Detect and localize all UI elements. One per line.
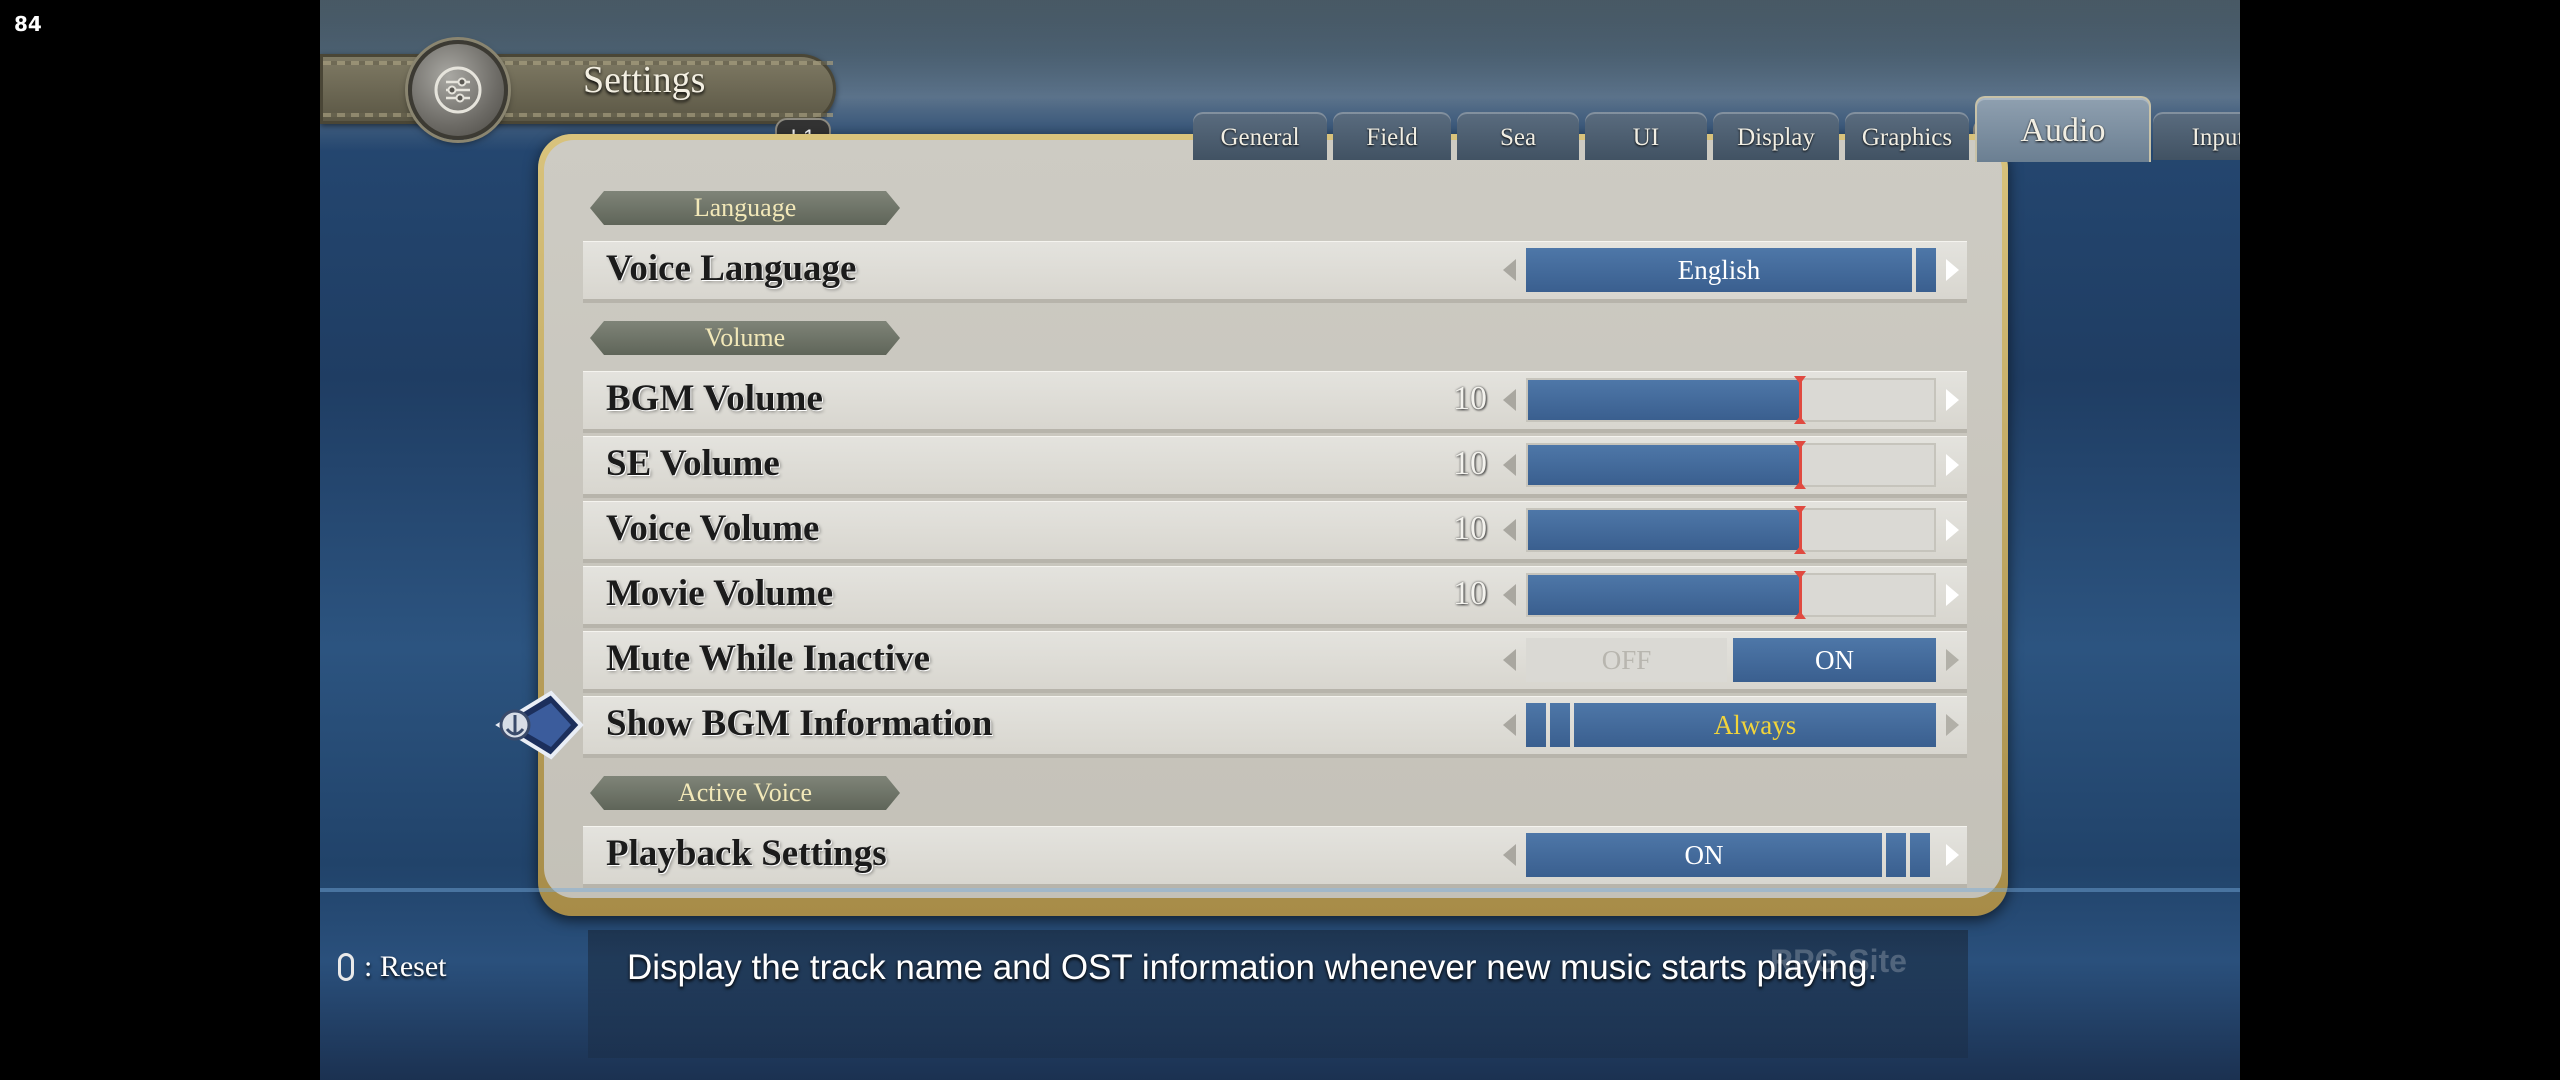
setting-label: Mute While Inactive — [606, 638, 931, 679]
setting-row-movie-volume[interactable]: Movie Volume 10 — [583, 566, 1967, 628]
arrow-left-icon[interactable] — [1503, 519, 1516, 541]
arrow-left-icon[interactable] — [1503, 454, 1516, 476]
header-banner — [320, 54, 836, 124]
setting-row-se-volume[interactable]: SE Volume 10 — [583, 436, 1967, 498]
slider-fill — [1528, 575, 1801, 615]
section-header-language: Language — [590, 191, 900, 225]
setting-row-show-bgm-information[interactable]: Show BGM Information Always — [583, 696, 1967, 758]
tab-ui[interactable]: UI — [1585, 112, 1707, 160]
rope-trim — [323, 61, 833, 65]
game-screen: Settings L1 R1 General Field Sea UI Disp… — [320, 0, 2240, 1080]
tab-graphics[interactable]: Graphics — [1845, 112, 1969, 160]
arrow-right-icon[interactable] — [1946, 454, 1959, 476]
setting-row-mute-while-inactive[interactable]: Mute While Inactive OFF ON — [583, 631, 1967, 693]
default-marker — [1794, 506, 1807, 554]
rope-trim — [323, 113, 833, 117]
section-header-active-voice: Active Voice — [590, 776, 900, 810]
slider-fill — [1528, 380, 1801, 420]
arrow-right-icon[interactable] — [1946, 649, 1959, 671]
arrow-left-icon[interactable] — [1503, 584, 1516, 606]
arrow-right-icon[interactable] — [1946, 519, 1959, 541]
option-page-indicator — [1886, 833, 1906, 877]
arrow-right-icon[interactable] — [1946, 389, 1959, 411]
volume-value: 10 — [1453, 510, 1487, 547]
slider-fill — [1528, 445, 1801, 485]
setting-row-bgm-volume[interactable]: BGM Volume 10 — [583, 371, 1967, 433]
setting-row-voice-volume[interactable]: Voice Volume 10 — [583, 501, 1967, 563]
option-page-indicator — [1526, 703, 1546, 747]
reset-label: : Reset — [364, 950, 447, 983]
tab-input[interactable]: Input — [2153, 112, 2240, 160]
slider-fill — [1528, 510, 1801, 550]
setting-row-playback-settings[interactable]: Playback Settings ON — [583, 826, 1967, 888]
tab-general[interactable]: General — [1193, 112, 1327, 160]
arrow-left-icon[interactable] — [1503, 649, 1516, 671]
settings-header: Settings — [320, 40, 836, 140]
setting-label: Playback Settings — [606, 833, 887, 874]
anchor-arrow-cursor-icon — [493, 685, 593, 769]
tab-audio[interactable]: Audio — [1975, 96, 2151, 162]
volume-value: 10 — [1453, 575, 1487, 612]
playback-settings-value: ON — [1526, 833, 1882, 877]
fps-counter: 84 — [14, 12, 42, 36]
default-marker — [1794, 441, 1807, 489]
option-off[interactable]: OFF — [1526, 638, 1727, 682]
section-header-volume: Volume — [590, 321, 900, 355]
arrow-left-icon[interactable] — [1503, 844, 1516, 866]
arrow-right-icon[interactable] — [1946, 714, 1959, 736]
arrow-left-icon[interactable] — [1503, 389, 1516, 411]
tab-field[interactable]: Field — [1333, 112, 1451, 160]
sliders-icon — [408, 40, 508, 140]
volume-slider[interactable] — [1526, 441, 1936, 489]
show-bgm-information-value: Always — [1574, 703, 1936, 747]
tab-display[interactable]: Display — [1713, 112, 1839, 160]
arrow-right-icon[interactable] — [1946, 844, 1959, 866]
arrow-left-icon[interactable] — [1503, 714, 1516, 736]
setting-label: Movie Volume — [606, 573, 834, 614]
stick-button-icon — [338, 953, 354, 981]
option-on-selected[interactable]: ON — [1733, 638, 1936, 682]
default-marker — [1794, 376, 1807, 424]
voice-language-value: English — [1526, 248, 1912, 292]
volume-slider[interactable] — [1526, 376, 1936, 424]
setting-label: Voice Language — [606, 248, 857, 289]
setting-row-voice-language[interactable]: Voice Language English — [583, 241, 1967, 303]
tab-sea[interactable]: Sea — [1457, 112, 1579, 160]
setting-label: Show BGM Information — [606, 703, 993, 744]
setting-description: Display the track name and OST informati… — [627, 948, 1878, 987]
volume-slider[interactable] — [1526, 506, 1936, 554]
setting-label: BGM Volume — [606, 378, 823, 419]
arrow-right-icon[interactable] — [1946, 259, 1959, 281]
default-marker — [1794, 571, 1807, 619]
watermark-logo: RPG Site — [1770, 943, 1907, 979]
option-page-indicator — [1550, 703, 1570, 747]
reset-hint[interactable]: : Reset — [338, 950, 447, 984]
arrow-left-icon[interactable] — [1503, 259, 1516, 281]
page-title: Settings — [583, 59, 706, 101]
option-page-indicator — [1910, 833, 1930, 877]
volume-value: 10 — [1453, 380, 1487, 417]
volume-value: 10 — [1453, 445, 1487, 482]
option-page-indicator — [1916, 248, 1936, 292]
arrow-right-icon[interactable] — [1946, 584, 1959, 606]
setting-label: SE Volume — [606, 443, 780, 484]
volume-slider[interactable] — [1526, 571, 1936, 619]
setting-label: Voice Volume — [606, 508, 820, 549]
